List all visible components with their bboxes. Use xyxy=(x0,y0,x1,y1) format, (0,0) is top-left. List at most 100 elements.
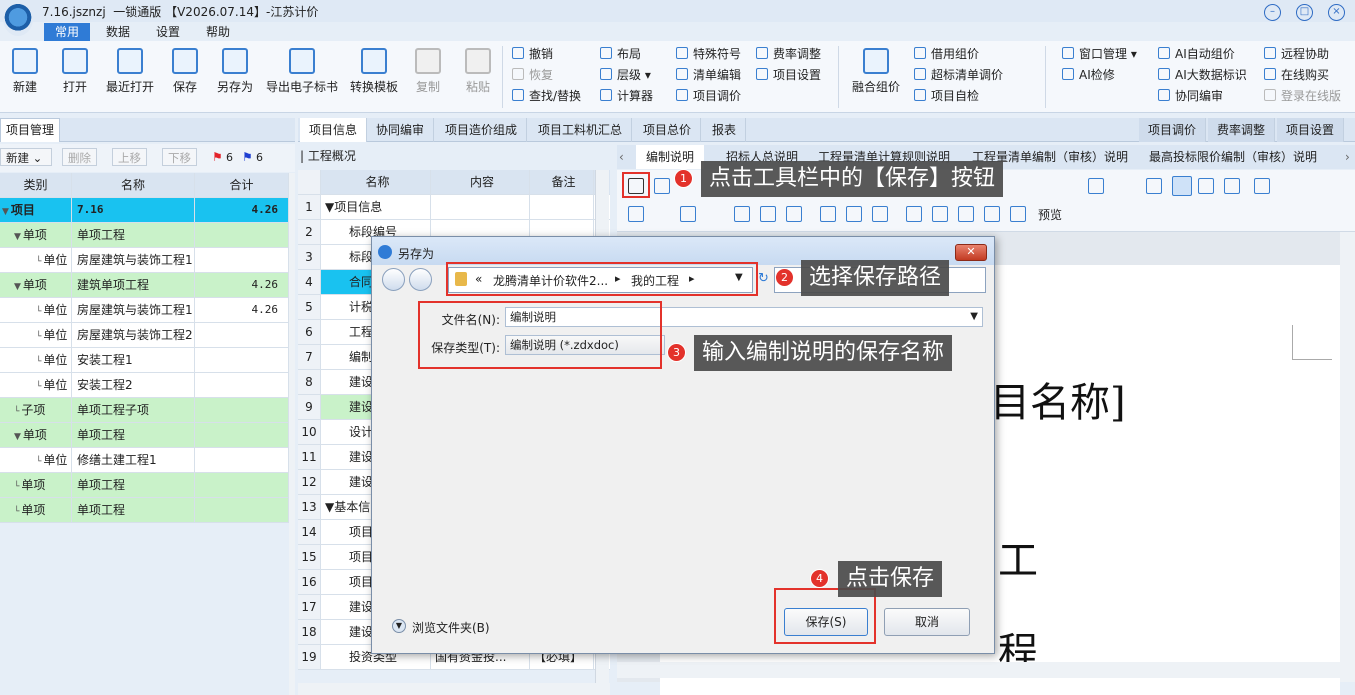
undo-button[interactable]: 撤销 xyxy=(512,44,553,64)
tree-expander-icon[interactable]: └ xyxy=(14,407,19,417)
dialog-close-button[interactable]: ✕ xyxy=(955,244,987,261)
table-row[interactable]: └ 单项 单项工程 xyxy=(0,498,289,523)
browse-folders-toggle[interactable]: 浏览文件夹(B) xyxy=(412,619,490,636)
new-button[interactable]: 新建 xyxy=(4,46,46,102)
editor-h-scrollbar[interactable] xyxy=(617,662,1340,678)
tab-project-manage[interactable]: 项目管理 xyxy=(0,118,60,142)
project-settings-button[interactable]: 项目设置 xyxy=(756,65,821,85)
tree-expander-icon[interactable]: └ xyxy=(36,357,41,367)
align-right-icon[interactable] xyxy=(1198,178,1214,194)
tree-expander-icon[interactable]: ▼ xyxy=(2,207,9,217)
menu-tab-settings[interactable]: 设置 xyxy=(146,23,190,41)
ai-repair-button[interactable]: AI检修 xyxy=(1062,65,1115,85)
tab-project-info[interactable]: 项目信息 xyxy=(300,118,368,142)
ai-bigdata-mark-button[interactable]: AI大数据标识 xyxy=(1158,65,1247,85)
blue-flag-icon[interactable]: ⚑ xyxy=(242,150,253,164)
borrow-pricing-button[interactable]: 借用组价 xyxy=(914,44,979,64)
calculator-button[interactable]: 计算器 xyxy=(600,86,653,106)
table-row[interactable]: └ 单位 安装工程1 xyxy=(0,348,289,373)
find-replace-button[interactable]: 查找/替换 xyxy=(512,86,581,106)
code-icon[interactable] xyxy=(906,206,922,222)
merge-pricing-button[interactable]: 融合组价 xyxy=(848,46,904,102)
table-row[interactable]: ▼ 单项 建筑单项工程 4.26 xyxy=(0,273,289,298)
overview-name-cell[interactable]: ▼项目信息 xyxy=(321,195,431,219)
save-as-button[interactable]: 另存为 xyxy=(212,46,258,102)
editor-tab-compile-notes[interactable]: 编制说明 xyxy=(636,145,705,169)
table-row[interactable]: ▼ 单项 单项工程 xyxy=(0,423,289,448)
table-row[interactable]: ▼ 单项 单项工程 xyxy=(0,223,289,248)
left-splitter[interactable] xyxy=(289,173,295,695)
tab-reports[interactable]: 报表 xyxy=(703,118,747,142)
table-row[interactable]: └ 单位 房屋建筑与装饰工程1 xyxy=(0,248,289,273)
menu-tab-help[interactable]: 帮助 xyxy=(196,23,240,41)
cut-icon[interactable] xyxy=(820,206,836,222)
fullscreen-icon[interactable] xyxy=(1010,206,1026,222)
indent-icon[interactable] xyxy=(760,206,776,222)
table-row[interactable]: └ 单位 安装工程2 xyxy=(0,373,289,398)
level-button[interactable]: 层级 ▾ xyxy=(600,65,651,85)
copy-button[interactable]: 复制 xyxy=(410,46,446,102)
preview-button[interactable]: 预览 xyxy=(1038,206,1062,223)
filename-dropdown-icon[interactable]: ▼ xyxy=(970,308,978,326)
remote-assist-button[interactable]: 远程协助 xyxy=(1264,44,1329,64)
table-row[interactable]: └ 单位 房屋建筑与装饰工程2 xyxy=(0,323,289,348)
dialog-cancel-button[interactable]: 取消 xyxy=(884,608,970,636)
tree-expander-icon[interactable]: └ xyxy=(36,382,41,392)
tree-expander-icon[interactable]: └ xyxy=(36,257,41,267)
list-icon[interactable] xyxy=(628,206,644,222)
menu-tab-common[interactable]: 常用 xyxy=(44,23,90,41)
page-break-icon[interactable] xyxy=(932,206,948,222)
tab-scroll-right-icon[interactable]: › xyxy=(1345,150,1350,164)
collab-review-button[interactable]: 协同编审 xyxy=(1158,86,1223,106)
editor-tab-max-price-notes[interactable]: 最高投标限价编制（审核）说明 xyxy=(1139,145,1327,169)
move-down-button[interactable]: 下移 xyxy=(162,148,197,166)
overview-h-scrollbar[interactable] xyxy=(298,683,610,695)
tree-expander-icon[interactable]: └ xyxy=(36,332,41,342)
red-flag-icon[interactable]: ⚑ xyxy=(212,150,223,164)
tab-total-price[interactable]: 项目总价 xyxy=(634,118,702,142)
table-row[interactable]: └ 单项 单项工程 xyxy=(0,473,289,498)
overview-note-cell[interactable] xyxy=(530,195,594,219)
export-bid-button[interactable]: 导出电子标书 xyxy=(263,46,341,102)
table-row[interactable]: └ 单位 房屋建筑与装饰工程1 4.26 xyxy=(0,298,289,323)
new-dropdown-button[interactable]: 新建 ⌄ xyxy=(0,148,52,166)
quote-icon[interactable] xyxy=(786,206,802,222)
convert-template-button[interactable]: 转换模板 xyxy=(346,46,402,102)
over-bill-adjust-button[interactable]: 超标清单调价 xyxy=(914,65,1003,85)
highlight-pen-icon[interactable] xyxy=(1088,178,1104,194)
open-button[interactable]: 打开 xyxy=(54,46,96,102)
move-up-button[interactable]: 上移 xyxy=(112,148,147,166)
stamp-icon[interactable] xyxy=(958,206,974,222)
table-row[interactable]: └ 子项 单项工程子项 xyxy=(0,398,289,423)
tab-collab-review[interactable]: 协同编审 xyxy=(367,118,435,142)
delete-button[interactable]: 删除 xyxy=(62,148,97,166)
tab-cost-composition[interactable]: 项目造价组成 xyxy=(436,118,528,142)
tree-expander-icon[interactable]: └ xyxy=(36,457,41,467)
save-button[interactable]: 保存 xyxy=(164,46,206,102)
ai-auto-pricing-button[interactable]: AI自动组价 xyxy=(1158,44,1235,64)
align-center-icon[interactable] xyxy=(1172,176,1192,196)
upload-icon[interactable] xyxy=(654,178,670,194)
tab-scroll-left-icon[interactable]: ‹ xyxy=(619,150,624,164)
redo-button[interactable]: 恢复 xyxy=(512,65,553,85)
editor-v-scrollbar[interactable] xyxy=(1340,232,1355,682)
back-icon[interactable] xyxy=(382,268,405,291)
chevron-down-icon[interactable]: ▼ xyxy=(392,619,406,633)
bill-edit-button[interactable]: 清单编辑 xyxy=(676,65,741,85)
copy-icon[interactable] xyxy=(846,206,862,222)
rate-adjust-button[interactable]: 费率调整 xyxy=(756,44,821,64)
close-icon[interactable]: × xyxy=(1328,4,1345,21)
tab-project-price-adjust[interactable]: 项目调价 xyxy=(1139,118,1207,142)
login-online-button[interactable]: 登录在线版 xyxy=(1264,86,1341,106)
outdent-icon[interactable] xyxy=(734,206,750,222)
tree-expander-icon[interactable]: ▼ xyxy=(14,232,21,242)
maximize-icon[interactable]: □ xyxy=(1296,4,1313,21)
tab-material-summary[interactable]: 项目工料机汇总 xyxy=(529,118,633,142)
print-icon[interactable] xyxy=(984,206,1000,222)
tree-expander-icon[interactable]: └ xyxy=(14,482,19,492)
tree-expander-icon[interactable]: ▼ xyxy=(14,432,21,442)
align-left-icon[interactable] xyxy=(1146,178,1162,194)
paste-button[interactable]: 粘贴 xyxy=(460,46,496,102)
refresh-icon[interactable]: ↻ xyxy=(758,271,769,286)
minimize-icon[interactable]: – xyxy=(1264,4,1281,21)
